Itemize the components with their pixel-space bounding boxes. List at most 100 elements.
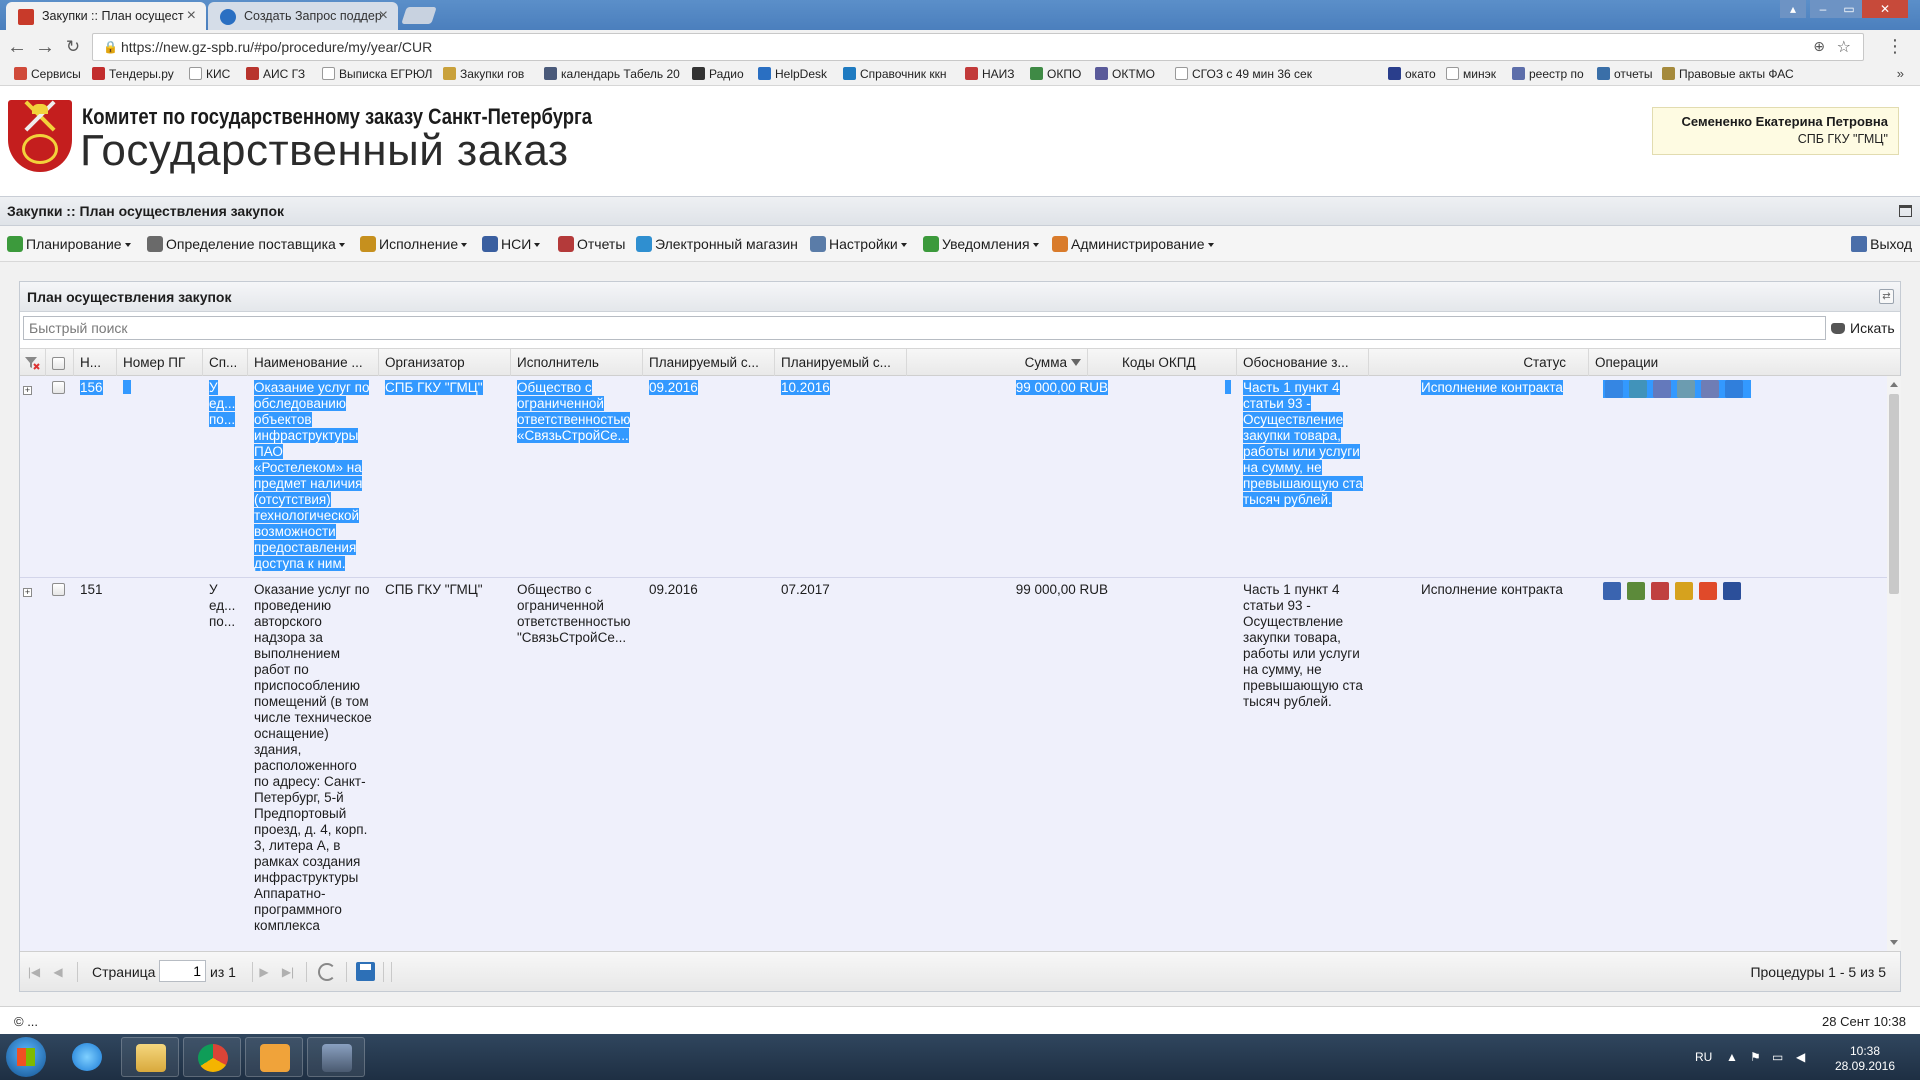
cell-planned-start[interactable]: 09.2016 (643, 380, 775, 396)
col-header-status[interactable]: Статус (1369, 349, 1589, 376)
language-indicator[interactable]: RU (1695, 1050, 1712, 1064)
start-button[interactable] (6, 1037, 46, 1077)
row-checkbox-cell[interactable] (46, 581, 71, 597)
taskbar-clock[interactable]: 10:38 28.09.2016 (1830, 1044, 1900, 1074)
menu-item-book[interactable]: НСИ (482, 236, 541, 252)
taskbar-ie[interactable] (58, 1037, 116, 1077)
col-header-sum[interactable]: Сумма (907, 349, 1088, 376)
close-window-button[interactable]: ✕ (1862, 0, 1908, 18)
barcode-icon[interactable] (1725, 380, 1743, 398)
cell-status[interactable]: Исполнение контракта (1415, 380, 1595, 396)
menu-item-report[interactable]: Отчеты (558, 236, 625, 252)
col-header-name[interactable]: Наименование ... (248, 349, 379, 376)
bookmark-item[interactable]: Справочник ккн (843, 67, 946, 81)
show-hidden-icons[interactable]: ▲ (1726, 1050, 1738, 1064)
cell-reason[interactable]: Часть 1 пункт 4 статьи 93 - Осуществлени… (1237, 582, 1369, 710)
bookmark-item[interactable]: КИС (189, 67, 230, 81)
forward-icon[interactable]: → (34, 36, 56, 58)
page-number-input[interactable] (159, 960, 206, 982)
grid-scrollbar[interactable] (1887, 376, 1901, 951)
cell-pg-number[interactable] (117, 380, 203, 398)
action-center-icon[interactable]: ⚑ (1750, 1050, 1761, 1064)
row-checkbox-cell[interactable] (46, 379, 71, 395)
cell-executor[interactable]: Общество с ограниченной ответственностью… (511, 582, 643, 646)
expand-row-icon[interactable]: + (23, 382, 32, 398)
logout-button[interactable]: Выход (1851, 236, 1912, 252)
maximize-panel-icon[interactable] (1899, 205, 1912, 217)
menu-item-notify[interactable]: Уведомления (923, 236, 1039, 252)
document-icon[interactable] (1653, 380, 1671, 398)
settings-icon[interactable] (1627, 582, 1645, 600)
cell-okpd[interactable] (1088, 380, 1237, 398)
cell-method[interactable]: У ед... по... (203, 380, 248, 428)
cell-organizer[interactable]: СПБ ГКУ "ГМЦ" (379, 582, 511, 598)
col-header-method[interactable]: Сп... (203, 349, 248, 376)
browser-tab-active[interactable]: Закупки :: План осущест × (6, 2, 206, 30)
edit-icon[interactable] (1675, 582, 1693, 600)
col-header-pg-number[interactable]: Номер ПГ (117, 349, 203, 376)
back-icon[interactable]: ← (6, 36, 28, 58)
menu-item-planning[interactable]: Планирование (7, 236, 131, 252)
minimize-button[interactable]: – (1810, 0, 1836, 18)
cell-planned-start[interactable]: 09.2016 (643, 582, 775, 598)
col-header-num[interactable]: Н... (74, 349, 117, 376)
bookmark-star-icon[interactable]: ☆ (1837, 37, 1851, 57)
browser-menu-icon[interactable]: ⋮ (1886, 36, 1904, 57)
cell-reason[interactable]: Часть 1 пункт 4 статьи 93 - Осуществлени… (1237, 380, 1369, 508)
menu-item-admin[interactable]: Администрирование (1052, 236, 1214, 252)
bookmark-item[interactable]: СГОЗ с 49 мин 36 сек (1175, 67, 1312, 81)
zoom-icon[interactable]: ⊕ (1813, 38, 1825, 55)
document-icon[interactable] (1651, 582, 1669, 600)
search-button[interactable]: Искать (1831, 320, 1895, 336)
profile-icon[interactable]: ▴ (1780, 0, 1806, 18)
col-header-executor[interactable]: Исполнитель (511, 349, 643, 376)
scroll-thumb[interactable] (1889, 394, 1899, 594)
row-checkbox[interactable] (52, 380, 65, 394)
cell-status[interactable]: Исполнение контракта (1415, 582, 1595, 598)
cell-planned-end[interactable]: 07.2017 (775, 582, 907, 598)
network-icon[interactable]: ▭ (1772, 1050, 1783, 1064)
menu-item-execution[interactable]: Исполнение (360, 236, 468, 252)
edit-icon[interactable] (1677, 380, 1695, 398)
new-tab-button[interactable] (401, 7, 437, 24)
taskbar-app[interactable] (307, 1037, 365, 1077)
bookmark-item[interactable]: Тендеры.ру (92, 67, 174, 81)
cell-name[interactable]: Оказание услуг по обследованию объектов … (248, 380, 379, 572)
maximize-button[interactable]: ▭ (1836, 0, 1862, 18)
menu-item-cart[interactable]: Электронный магазин (636, 236, 798, 252)
volume-icon[interactable]: ◀ (1796, 1050, 1805, 1064)
bookmark-item[interactable]: минэк (1446, 67, 1496, 81)
col-header-operations[interactable]: Операции (1589, 349, 1902, 376)
cell-method[interactable]: У ед... по... (203, 582, 248, 630)
cell-num[interactable]: 151 (74, 582, 117, 598)
select-all-checkbox-cell[interactable] (46, 349, 74, 376)
bookmark-item[interactable]: Радио (692, 67, 744, 81)
cell-planned-end[interactable]: 10.2016 (775, 380, 907, 396)
table-row[interactable]: + 151 У ед... по... Оказание услуг по пр… (20, 578, 1887, 951)
taskbar-chrome[interactable] (183, 1037, 241, 1077)
col-header-okpd[interactable]: Коды ОКПД (1088, 349, 1237, 376)
table-row[interactable]: + 156 У ед... по... Оказание услуг по об… (20, 376, 1887, 578)
bookmark-item[interactable]: окато (1388, 67, 1436, 81)
bookmark-item[interactable]: ОКТМО (1095, 67, 1155, 81)
save-icon[interactable] (356, 962, 375, 981)
address-bar[interactable]: 🔒 https://new.gz-spb.ru/#po/procedure/my… (92, 33, 1864, 61)
browser-tab[interactable]: Создать Запрос поддер × (208, 2, 398, 30)
scroll-down-icon[interactable] (1890, 940, 1898, 945)
cell-organizer[interactable]: СПБ ГКУ "ГМЦ" (379, 380, 511, 396)
delete-icon[interactable] (1699, 582, 1717, 600)
expand-row-icon[interactable]: + (23, 584, 32, 600)
col-header-planned-start[interactable]: Планируемый с... (643, 349, 775, 376)
bookmark-item[interactable]: Закупки гов (443, 67, 524, 81)
bookmark-item[interactable]: календарь Табель 20 (544, 67, 680, 81)
reload-icon[interactable]: ↻ (62, 36, 84, 58)
last-page-icon[interactable]: ▶| (280, 964, 296, 980)
cell-sum[interactable]: 99 000,00 RUB (907, 582, 1114, 598)
chart-icon[interactable] (1605, 380, 1623, 398)
more-bookmarks-icon[interactable]: » (1897, 66, 1904, 81)
col-header-planned-end[interactable]: Планируемый с... (775, 349, 907, 376)
user-info[interactable]: Семененко Екатерина Петровна СПБ ГКУ "ГМ… (1652, 107, 1899, 155)
first-page-icon[interactable]: |◀ (26, 964, 42, 980)
select-all-checkbox[interactable] (52, 356, 65, 370)
bookmark-item[interactable]: Правовые акты ФАС (1662, 67, 1794, 81)
